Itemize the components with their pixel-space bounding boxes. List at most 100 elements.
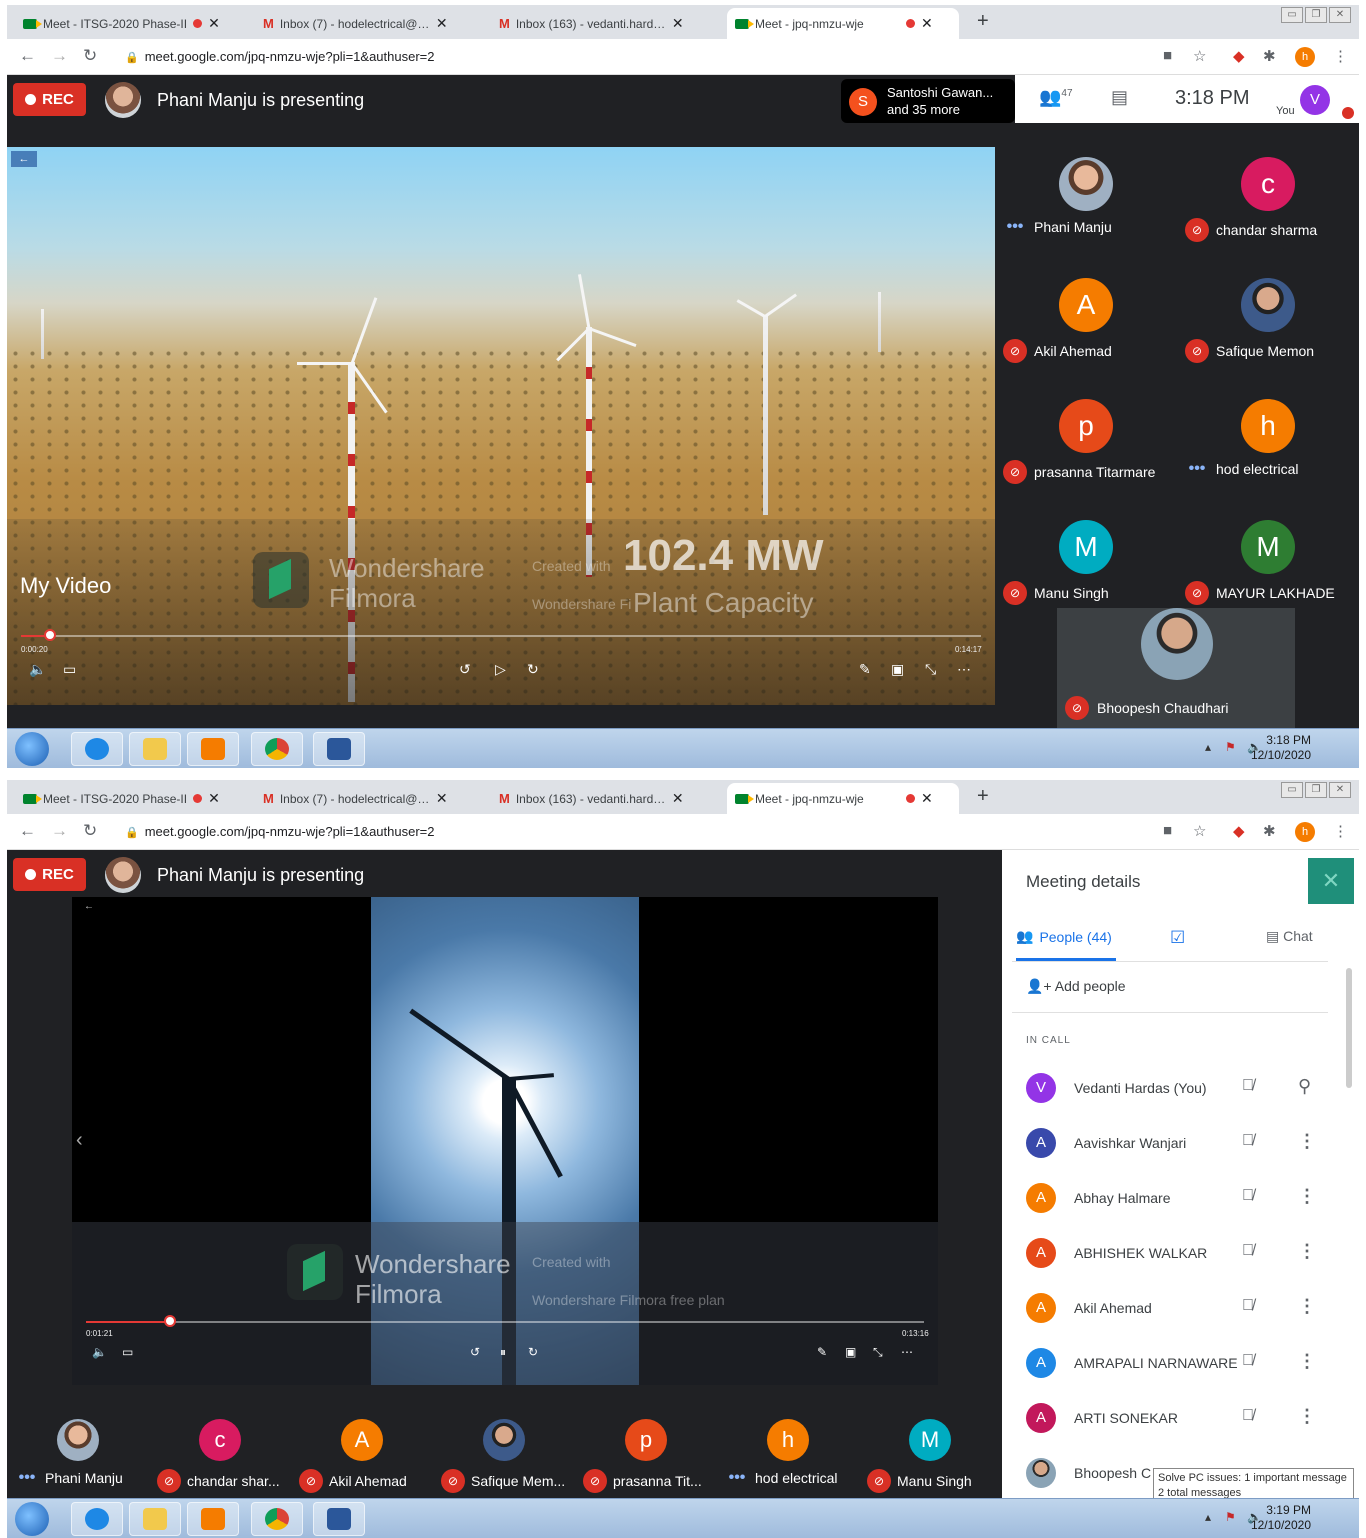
new-tab-button[interactable]: + (977, 785, 989, 808)
reload-icon[interactable]: ↻ (83, 821, 97, 841)
back-arrow-icon[interactable]: ← (19, 46, 36, 66)
miniplayer-icon[interactable]: ▣ (891, 661, 904, 678)
puzzle-icon[interactable]: ✱ (1263, 822, 1276, 840)
panel-scrollbar[interactable] (1346, 968, 1352, 1088)
media-taskbar-button[interactable] (187, 732, 239, 766)
participant-tile[interactable]: ••• Phani Manju (7, 1395, 149, 1498)
participant-row[interactable]: A Aavishkar Wanjari 🎙̸ ⋮ (1026, 1123, 1326, 1163)
exit-fullscreen-icon[interactable]: ⤡ (873, 1345, 883, 1360)
extension-icon[interactable]: ◆ (1233, 822, 1245, 840)
chevron-left-icon[interactable]: ‹ (76, 1129, 83, 1152)
close-panel-button[interactable]: ✕ (1308, 858, 1354, 904)
forward-10-icon[interactable]: ↻ (527, 661, 539, 678)
tab-gmail-vedanti[interactable]: M Inbox (163) - vedanti.hardas@kd ✕ (491, 8, 723, 39)
camera-icon[interactable]: ■ (1163, 822, 1172, 839)
edit-icon[interactable]: ✎ (859, 661, 871, 678)
more-options-icon[interactable]: ⋯ (901, 1345, 913, 1359)
explorer-taskbar-button[interactable] (129, 732, 181, 766)
participant-tile[interactable]: A ⊘ Akil Ahemad (995, 268, 1177, 389)
start-button-icon[interactable] (15, 1502, 49, 1536)
participant-tile[interactable]: M ⊘ Manu Singh (859, 1395, 1001, 1498)
minimize-icon[interactable]: ▭ (1281, 782, 1303, 798)
tray-clock[interactable]: 3:18 PM 12/10/2020 (1251, 733, 1311, 763)
close-window-icon[interactable]: ✕ (1329, 782, 1351, 798)
presentation-video[interactable]: ← My Video Wondershare Filmora Created wi… (7, 147, 995, 705)
tab-gmail-hodelectrical[interactable]: M Inbox (7) - hodelectrical@kdkce. ✕ (255, 783, 487, 814)
camera-icon[interactable]: ■ (1163, 47, 1172, 64)
tab-meet-itsg[interactable]: Meet - ITSG-2020 Phase-II ✕ (15, 783, 247, 814)
close-tab-icon[interactable]: ✕ (921, 790, 933, 807)
tray-clock[interactable]: 3:19 PM 12/10/2020 (1251, 1503, 1311, 1533)
explorer-taskbar-button[interactable] (129, 1502, 181, 1536)
tab-meet-itsg[interactable]: Meet - ITSG-2020 Phase-II ✕ (15, 8, 247, 39)
back-arrow-icon[interactable]: ← (84, 901, 94, 912)
self-avatar[interactable]: V (1300, 85, 1330, 115)
exit-fullscreen-icon[interactable]: ⤡ (925, 661, 936, 678)
participant-row[interactable]: A Abhay Halmare 🎙̸ ⋮ (1026, 1178, 1326, 1218)
tab-gmail-vedanti[interactable]: M Inbox (163) - vedanti.hardas@kd ✕ (491, 783, 723, 814)
back-arrow-icon[interactable]: ← (11, 151, 37, 167)
presentation-video[interactable]: ← ‹ Wondershare Filmora Created with Wonde… (72, 897, 938, 1385)
pin-icon[interactable]: ⚲ (1298, 1076, 1311, 1097)
participant-tile[interactable]: h ••• hod electrical (717, 1395, 859, 1498)
ie-taskbar-button[interactable] (71, 1502, 123, 1536)
add-people-button[interactable]: 👤+ Add people (1026, 978, 1126, 995)
restore-icon[interactable]: ❐ (1305, 7, 1327, 23)
close-window-icon[interactable]: ✕ (1329, 7, 1351, 23)
profile-avatar[interactable]: h (1295, 47, 1315, 67)
pause-icon[interactable]: ⏸ (500, 1345, 506, 1360)
ie-taskbar-button[interactable] (71, 732, 123, 766)
participant-tile[interactable]: c ⊘ chandar shar... (149, 1395, 291, 1498)
video-progress-bar[interactable] (21, 629, 981, 641)
action-center-flag-icon[interactable]: ⚑ (1225, 740, 1236, 754)
more-vert-icon[interactable]: ⋮ (1298, 1296, 1316, 1317)
tab-gmail-hodelectrical[interactable]: M Inbox (7) - hodelectrical@kdkce. ✕ (255, 8, 487, 39)
participant-tile[interactable]: p ⊘ prasanna Tit... (575, 1395, 717, 1498)
miniplayer-icon[interactable]: ▣ (845, 1345, 856, 1359)
close-tab-icon[interactable]: ✕ (672, 790, 684, 807)
tab-meet-active[interactable]: Meet - jpq-nmzu-wje ✕ (727, 8, 959, 39)
more-options-icon[interactable]: ⋯ (957, 661, 971, 678)
tab-chat[interactable]: ▤ Chat (1266, 928, 1313, 945)
profile-avatar[interactable]: h (1295, 822, 1315, 842)
participant-tile[interactable]: c ⊘ chandar sharma (1177, 147, 1359, 268)
tray-expand-icon[interactable]: ▴ (1205, 740, 1211, 754)
more-vert-icon[interactable]: ⋮ (1298, 1186, 1316, 1207)
progress-knob[interactable] (43, 629, 56, 641)
puzzle-icon[interactable]: ✱ (1263, 47, 1276, 65)
close-tab-icon[interactable]: ✕ (921, 15, 933, 32)
participant-row[interactable]: A Akil Ahemad 🎙̸ ⋮ (1026, 1288, 1326, 1328)
close-tab-icon[interactable]: ✕ (436, 15, 448, 32)
more-vert-icon[interactable]: ⋮ (1298, 1131, 1316, 1152)
captions-icon[interactable]: ▭ (122, 1345, 133, 1359)
back-arrow-icon[interactable]: ← (19, 821, 36, 841)
volume-icon[interactable]: 🔈 (92, 1345, 107, 1359)
video-progress-bar[interactable] (86, 1315, 924, 1327)
more-vert-icon[interactable]: ⋮ (1298, 1351, 1316, 1372)
tray-expand-icon[interactable]: ▴ (1205, 1510, 1211, 1524)
media-taskbar-button[interactable] (187, 1502, 239, 1536)
rewind-10-icon[interactable]: ↺ (459, 661, 471, 678)
word-taskbar-button[interactable] (313, 732, 365, 766)
menu-kebab-icon[interactable]: ⋮ (1333, 822, 1348, 840)
star-icon[interactable]: ☆ (1193, 822, 1206, 840)
close-tab-icon[interactable]: ✕ (208, 15, 220, 32)
chrome-taskbar-button[interactable] (251, 732, 303, 766)
chrome-taskbar-button[interactable] (251, 1502, 303, 1536)
participant-tile[interactable]: ••• Phani Manju (995, 147, 1177, 268)
participant-tile[interactable]: p ⊘ prasanna Titarmare (995, 389, 1177, 510)
start-button-icon[interactable] (15, 732, 49, 766)
forward-arrow-icon[interactable]: → (51, 821, 68, 841)
action-center-flag-icon[interactable]: ⚑ (1225, 1510, 1236, 1524)
captions-icon[interactable]: ▭ (63, 661, 76, 678)
close-tab-icon[interactable]: ✕ (436, 790, 448, 807)
extension-icon[interactable]: ◆ (1233, 47, 1245, 65)
rewind-10-icon[interactable]: ↺ (470, 1345, 480, 1359)
participant-row[interactable]: V Vedanti Hardas (You) 🎙̸ ⚲ (1026, 1068, 1326, 1108)
close-tab-icon[interactable]: ✕ (208, 790, 220, 807)
url-field[interactable]: 🔒 meet.google.com/jpq-nmzu-wje?pli=1&auth… (125, 49, 434, 64)
tab-people[interactable]: 👥 People (44) (1016, 928, 1112, 945)
star-icon[interactable]: ☆ (1193, 47, 1206, 65)
restore-icon[interactable]: ❐ (1305, 782, 1327, 798)
word-taskbar-button[interactable] (313, 1502, 365, 1536)
